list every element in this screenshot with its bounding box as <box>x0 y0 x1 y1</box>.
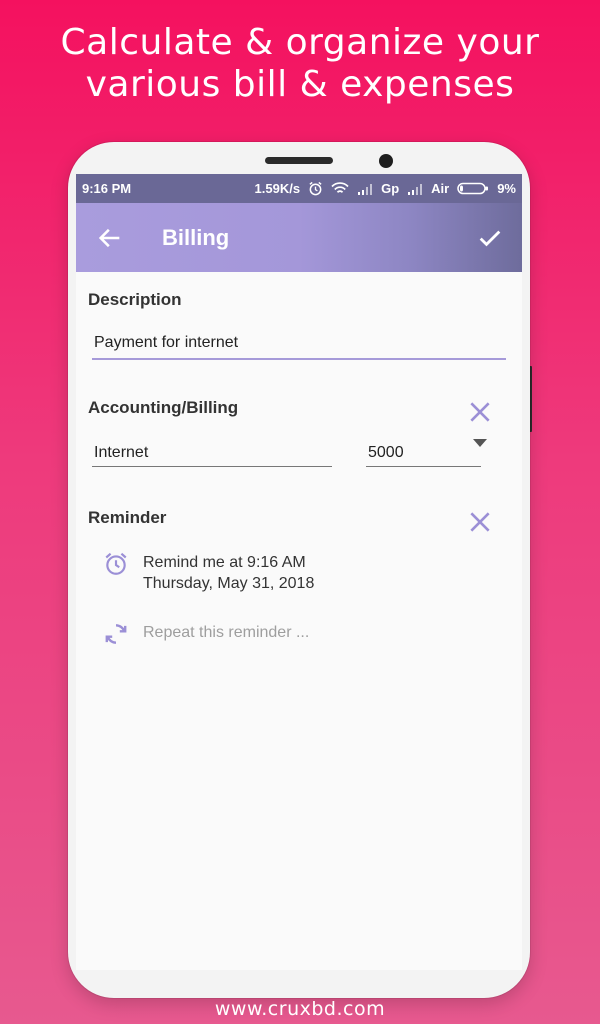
alarm-status-icon <box>308 181 323 196</box>
signal-icon <box>407 183 423 195</box>
status-time: 9:16 PM <box>82 181 132 196</box>
website-footer: www.cruxbd.com <box>214 998 386 1020</box>
reminder-date: Thursday, May 31, 2018 <box>143 575 315 592</box>
reminder-datetime[interactable]: Remind me at 9:16 AM Thursday, May 31, 2… <box>143 552 314 594</box>
back-arrow-icon[interactable] <box>96 224 124 252</box>
status-speed: 1.59K/s <box>254 181 301 196</box>
accounting-label: Accounting/Billing <box>88 398 239 417</box>
form-content: Description Payment for internet Account… <box>76 272 522 970</box>
repeat-reminder-option[interactable]: Repeat this reminder ... <box>143 624 309 642</box>
clear-accounting-close-icon[interactable] <box>467 399 493 425</box>
clear-reminder-close-icon[interactable] <box>467 509 493 535</box>
promo-headline: Calculate & organize your various bill &… <box>0 22 600 106</box>
amount-underline <box>366 466 481 467</box>
phone-frame: 9:16 PM 1.59K/s Gp Air 9% Billing Descri… <box>68 142 530 998</box>
wifi-icon <box>331 182 349 195</box>
amount-input[interactable]: 5000 <box>368 444 404 462</box>
amount-dropdown-chevron-down-icon[interactable] <box>473 439 487 447</box>
phone-screen: 9:16 PM 1.59K/s Gp Air 9% Billing Descri… <box>76 174 522 970</box>
signal-icon <box>357 183 373 195</box>
category-underline <box>92 466 332 467</box>
description-label: Description <box>88 290 182 309</box>
repeat-icon <box>105 624 127 644</box>
category-input[interactable]: Internet <box>94 444 148 462</box>
description-input[interactable]: Payment for internet <box>94 334 238 352</box>
reminder-label: Reminder <box>88 508 167 527</box>
battery-percent: 9% <box>497 181 516 196</box>
save-check-icon[interactable] <box>476 224 504 252</box>
battery-icon <box>457 182 489 195</box>
carrier-air: Air <box>431 181 450 196</box>
phone-speaker <box>265 157 333 164</box>
carrier-gp: Gp <box>381 181 400 196</box>
alarm-clock-icon <box>105 552 127 575</box>
page-title: Billing <box>162 224 230 250</box>
phone-camera <box>379 154 393 168</box>
reminder-time: Remind me at 9:16 AM <box>143 554 306 571</box>
app-bar: Billing <box>76 203 522 272</box>
promo-headline-line2: various bill & expenses <box>85 64 515 105</box>
promo-headline-line1: Calculate & organize your <box>60 22 540 63</box>
description-underline <box>92 358 506 360</box>
status-bar: 9:16 PM 1.59K/s Gp Air 9% <box>76 174 522 203</box>
